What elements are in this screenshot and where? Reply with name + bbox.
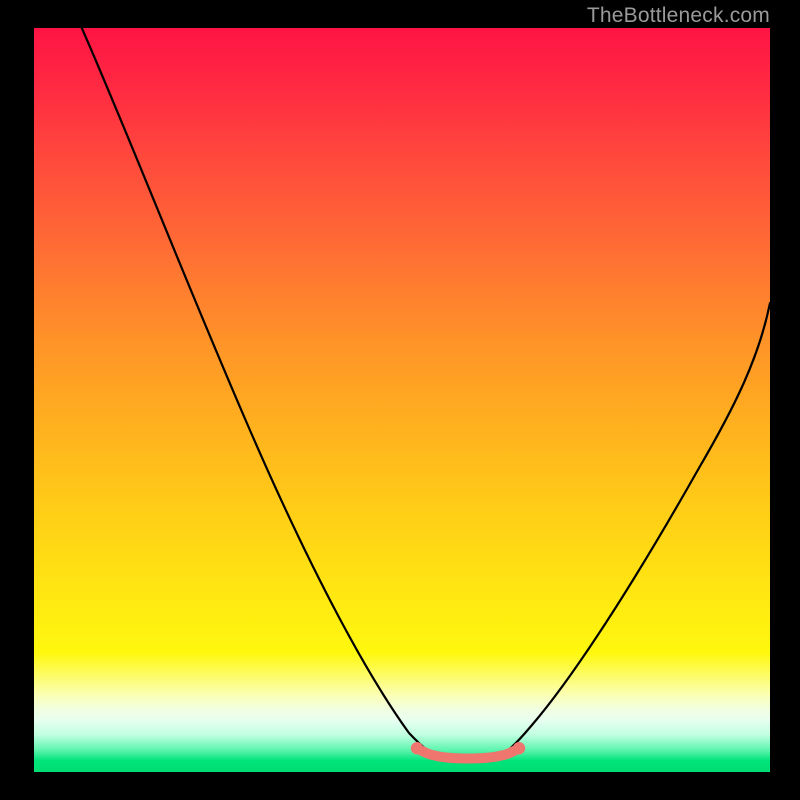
bottleneck-curve (82, 28, 770, 759)
curve-svg (34, 28, 770, 772)
salmon-right-dot (513, 742, 525, 754)
salmon-left-dot (411, 742, 423, 754)
plot-area (34, 28, 770, 772)
salmon-bottom-overlay (417, 748, 519, 758)
chart-container: TheBottleneck.com (0, 0, 800, 800)
watermark-text: TheBottleneck.com (587, 4, 770, 28)
